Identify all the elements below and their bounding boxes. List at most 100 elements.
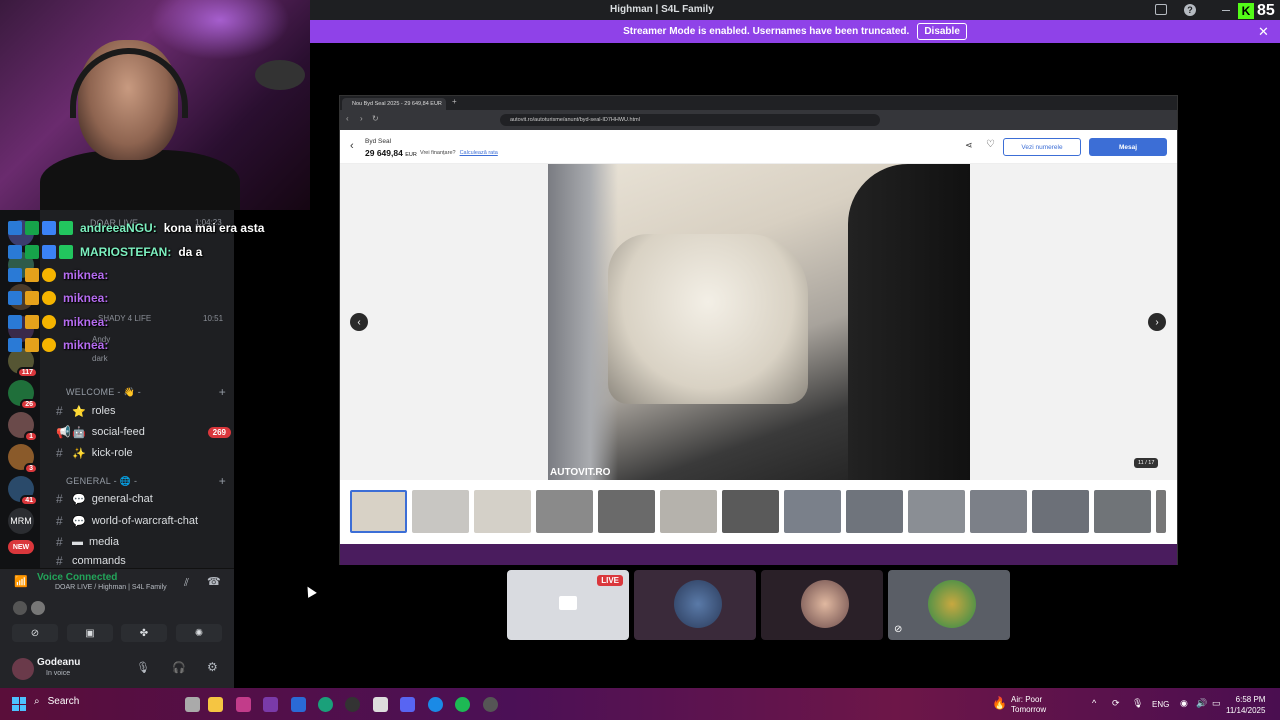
previous-photo-button[interactable]: ‹ [350,313,368,331]
battery-icon[interactable]: ▭ [1212,698,1221,709]
channel-media[interactable]: # ▬ media [56,535,231,549]
category-welcome[interactable]: WELCOME - 👋 - + [66,385,226,399]
voice-status[interactable]: Voice Connected [37,572,117,583]
channel-general-chat[interactable]: # 💬 general-chat [56,492,231,506]
thumbnail[interactable] [412,490,469,533]
file-explorer-icon[interactable] [208,697,223,712]
hash-icon: # [56,535,63,549]
calculate-rate-link[interactable]: Calculează rata [460,150,498,156]
activities-icon[interactable]: ✤ [121,624,167,642]
air-quality-icon[interactable]: 🔥 [992,696,1007,710]
avatar[interactable] [13,601,27,615]
thumbnail[interactable] [1156,490,1166,533]
app-icon[interactable] [263,697,278,712]
voice-member[interactable]: dark [92,354,108,363]
message-button[interactable]: Mesaj [1089,138,1167,156]
forward-icon[interactable]: › [360,114,363,123]
minimize-icon[interactable] [1222,10,1230,11]
weather-widget[interactable]: Air: Poor Tomorrow [1011,695,1046,715]
thumbnail[interactable] [784,490,841,533]
channel-commands[interactable]: # commands [56,556,231,566]
server-icon[interactable]: 41 [8,476,38,506]
microphone-icon[interactable]: 🎙 [1132,698,1143,709]
browser-toolbar: ‹ › ↻ autovit.ro/autoturisme/anunt/byd-s… [340,110,1177,130]
gear-icon[interactable]: ⚙ [207,660,218,674]
app-icon[interactable] [483,697,498,712]
screen-share-icon[interactable]: ▣ [67,624,113,642]
voice-location[interactable]: DOAR LIVE / Highman | S4L Family [55,584,167,591]
language-indicator[interactable]: ENG [1152,700,1169,709]
windows-start-icon[interactable] [12,697,26,711]
volume-icon[interactable]: 🔊 [1196,698,1207,709]
server-icon[interactable]: MRM [8,508,34,534]
thumbnail[interactable] [536,490,593,533]
server-icon[interactable]: 1 [8,412,38,442]
avatar[interactable] [12,658,34,680]
disconnect-icon[interactable]: ☎ [207,575,221,588]
participant-tile[interactable] [761,570,883,640]
signal-icon[interactable]: 📶 [14,575,28,588]
participant-tile-screen[interactable]: LIVE [507,570,629,640]
thumbnail[interactable] [722,490,779,533]
channel-world-of-warcraft-chat[interactable]: # 💬 world-of-warcraft-chat [56,514,231,528]
app-icon[interactable] [428,697,443,712]
headphones-icon[interactable]: 🎧 [172,661,186,674]
tray-chevron-icon[interactable]: ^ [1092,698,1096,708]
reload-icon[interactable]: ↻ [372,114,379,123]
heart-icon[interactable]: ♡ [986,139,995,150]
plus-icon[interactable]: + [219,474,226,488]
share-icon[interactable]: ⋖ [965,140,973,151]
app-icon[interactable] [291,697,306,712]
thumbnail[interactable] [1094,490,1151,533]
back-icon[interactable]: ‹ [346,114,349,123]
new-tab-icon[interactable]: + [452,97,457,106]
inbox-icon[interactable] [1155,4,1167,15]
thumbnail[interactable] [474,490,531,533]
soundboard-icon[interactable]: ✺ [176,624,222,642]
channel-kick-role[interactable]: # ✨ kick-role [56,446,231,460]
channel-roles[interactable]: # ⭐ roles [56,404,231,418]
task-view-icon[interactable] [185,697,200,712]
plus-icon[interactable]: + [219,385,226,399]
discord-icon[interactable] [400,697,415,712]
thumbnail[interactable] [660,490,717,533]
camera-off-icon[interactable]: ⊘ [12,624,58,642]
participant-tile[interactable] [634,570,756,640]
close-icon[interactable]: ✕ [1258,24,1269,40]
username[interactable]: Godeanu [37,657,80,668]
thumbnail[interactable] [970,490,1027,533]
server-icon[interactable]: 26 [8,380,38,410]
chat-message: mikneа: [8,291,115,305]
edge-icon[interactable] [318,697,333,712]
server-icon[interactable]: 3 [8,444,38,474]
thumbnail[interactable] [846,490,903,533]
avatar[interactable] [31,601,45,615]
category-general[interactable]: GENERAL - 🌐 - + [66,474,226,488]
disable-streamer-mode-button[interactable]: Disable [917,23,967,40]
spotify-icon[interactable] [455,697,470,712]
help-icon[interactable]: ? [1184,4,1196,16]
network-icon[interactable]: ◉ [1180,698,1188,709]
thumbnail[interactable] [908,490,965,533]
participant-tile[interactable]: ⊘ [888,570,1010,640]
next-photo-button[interactable]: › [1148,313,1166,331]
microphone-icon[interactable]: 🎙 [136,661,150,674]
thumbnail[interactable] [1032,490,1089,533]
app-icon[interactable] [373,697,388,712]
taskbar-clock[interactable]: 6:58 PM 11/14/2025 [1226,694,1265,716]
app-icon[interactable] [345,697,360,712]
thumbnail[interactable] [350,490,407,533]
noise-suppression-icon[interactable]: ⫽ [184,577,189,590]
address-bar[interactable]: autovit.ro/autoturisme/anunt/byd-seal-ID… [500,114,880,126]
browser-tab[interactable]: Nou Byd Seal 2025 - 29 649,84 EUR [342,98,446,110]
megaphone-icon: 📢 [56,425,71,439]
taskbar-search[interactable]: ⌕ Search [34,696,79,707]
show-numbers-button[interactable]: Vezi numerele [1003,138,1081,156]
app-icon[interactable] [236,697,251,712]
streamer-mode-banner: Streamer Mode is enabled. Usernames have… [310,20,1280,43]
thumbnail[interactable] [598,490,655,533]
new-servers-button[interactable]: NEW [8,540,34,554]
sync-icon[interactable]: ⟳ [1112,698,1120,709]
back-icon[interactable]: ‹ [350,140,354,152]
channel-social-feed[interactable]: 📢 🤖 social-feed 269 [56,425,231,439]
